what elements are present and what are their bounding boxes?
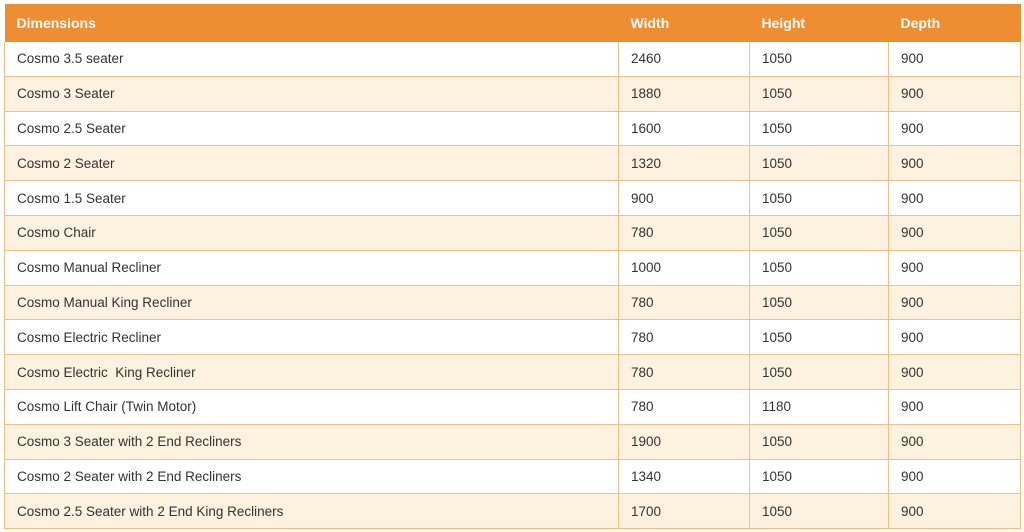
cell-height: 1050: [749, 180, 889, 216]
cell-product-name: Cosmo 3.5 seater: [4, 42, 619, 77]
cell-product-name: Cosmo Chair: [4, 215, 619, 251]
cell-height: 1050: [749, 145, 889, 182]
table-row: Cosmo 2 Seater with 2 End Recliners 1340 1…: [4, 459, 1021, 495]
cell-depth: 900: [888, 250, 1021, 286]
cell-height: 1050: [749, 215, 889, 251]
cell-width: 780: [618, 319, 750, 356]
table-row: Cosmo Lift Chair (Twin Motor) 780 1180 900: [4, 389, 1021, 425]
header-dimensions: Dimensions: [4, 4, 619, 42]
table-row: Cosmo 3.5 seater 2460 1050 900: [4, 42, 1021, 77]
cell-width: 780: [618, 354, 750, 390]
cell-depth: 900: [888, 111, 1021, 147]
header-width: Width: [618, 4, 750, 42]
cell-product-name: Cosmo Manual Recliner: [4, 250, 619, 286]
cell-depth: 900: [888, 42, 1021, 77]
cell-depth: 900: [888, 285, 1021, 321]
cell-product-name: Cosmo 1.5 Seater: [4, 180, 619, 216]
cell-height: 1050: [749, 76, 889, 112]
cell-product-name: Cosmo 2.5 Seater with 2 End King Recline…: [4, 493, 619, 530]
cell-width: 1600: [618, 111, 750, 147]
cell-depth: 900: [888, 319, 1021, 356]
cell-height: 1050: [749, 250, 889, 286]
cell-product-name: Cosmo 3 Seater with 2 End Recliners: [4, 424, 619, 460]
cell-width: 1000: [618, 250, 750, 286]
table-row: Cosmo 2.5 Seater 1600 1050 900: [4, 111, 1021, 147]
cell-depth: 900: [888, 180, 1021, 216]
cell-product-name: Cosmo 2 Seater: [4, 145, 619, 182]
cell-depth: 900: [888, 145, 1021, 182]
cell-width: 780: [618, 285, 750, 321]
cell-depth: 900: [888, 389, 1021, 425]
table-row: Cosmo Chair 780 1050 900: [4, 215, 1021, 251]
table-row: Cosmo 3 Seater 1880 1050 900: [4, 76, 1021, 112]
cell-width: 900: [618, 180, 750, 216]
dimensions-table: Dimensions Width Height Depth Cosmo 3.5 …: [4, 4, 1021, 530]
cell-width: 1320: [618, 145, 750, 182]
cell-depth: 900: [888, 459, 1021, 495]
table-header: Dimensions Width Height Depth: [4, 4, 1021, 42]
table-row: Cosmo 3 Seater with 2 End Recliners 1900 1…: [4, 424, 1021, 460]
cell-height: 1050: [749, 111, 889, 147]
cell-depth: 900: [888, 354, 1021, 390]
cell-height: 1050: [749, 424, 889, 460]
cell-width: 780: [618, 215, 750, 251]
header-row: Dimensions Width Height Depth: [4, 4, 1021, 42]
cell-height: 1050: [749, 42, 889, 77]
table-row: Cosmo Manual Recliner 1000 1050 900: [4, 250, 1021, 286]
table-row: Cosmo Electric King Recliner 780 1050 900: [4, 354, 1021, 390]
cell-height: 1180: [749, 389, 889, 425]
cell-depth: 900: [888, 215, 1021, 251]
cell-width: 780: [618, 389, 750, 425]
cell-depth: 900: [888, 493, 1021, 530]
table-body: Cosmo 3.5 seater 2460 1050 900 Cosmo 3 Seate…: [4, 42, 1021, 530]
cell-product-name: Cosmo Manual King Recliner: [4, 285, 619, 321]
cell-product-name: Cosmo Electric King Recliner: [4, 354, 619, 390]
header-height: Height: [749, 4, 889, 42]
table-row: Cosmo Electric Recliner 780 1050 900: [4, 319, 1021, 356]
cell-height: 1050: [749, 354, 889, 390]
cell-depth: 900: [888, 424, 1021, 460]
cell-width: 1340: [618, 459, 750, 495]
cell-depth: 900: [888, 76, 1021, 112]
dimensions-table-container: Dimensions Width Height Depth Cosmo 3.5 …: [4, 4, 1021, 530]
cell-product-name: Cosmo 2 Seater with 2 End Recliners: [4, 459, 619, 495]
cell-height: 1050: [749, 285, 889, 321]
header-depth: Depth: [888, 4, 1021, 42]
cell-width: 1700: [618, 493, 750, 530]
table-row: Cosmo Manual King Recliner 780 1050 900: [4, 285, 1021, 321]
cell-product-name: Cosmo 3 Seater: [4, 76, 619, 112]
cell-height: 1050: [749, 459, 889, 495]
table-row: Cosmo 1.5 Seater 900 1050 900: [4, 180, 1021, 216]
table-row: Cosmo 2.5 Seater with 2 End King Recline…: [4, 493, 1021, 530]
table-row: Cosmo 2 Seater 1320 1050 900: [4, 145, 1021, 182]
cell-width: 2460: [618, 42, 750, 77]
cell-height: 1050: [749, 493, 889, 530]
cell-product-name: Cosmo Lift Chair (Twin Motor): [4, 389, 619, 425]
cell-width: 1900: [618, 424, 750, 460]
cell-height: 1050: [749, 319, 889, 356]
cell-width: 1880: [618, 76, 750, 112]
cell-product-name: Cosmo 2.5 Seater: [4, 111, 619, 147]
cell-product-name: Cosmo Electric Recliner: [4, 319, 619, 356]
